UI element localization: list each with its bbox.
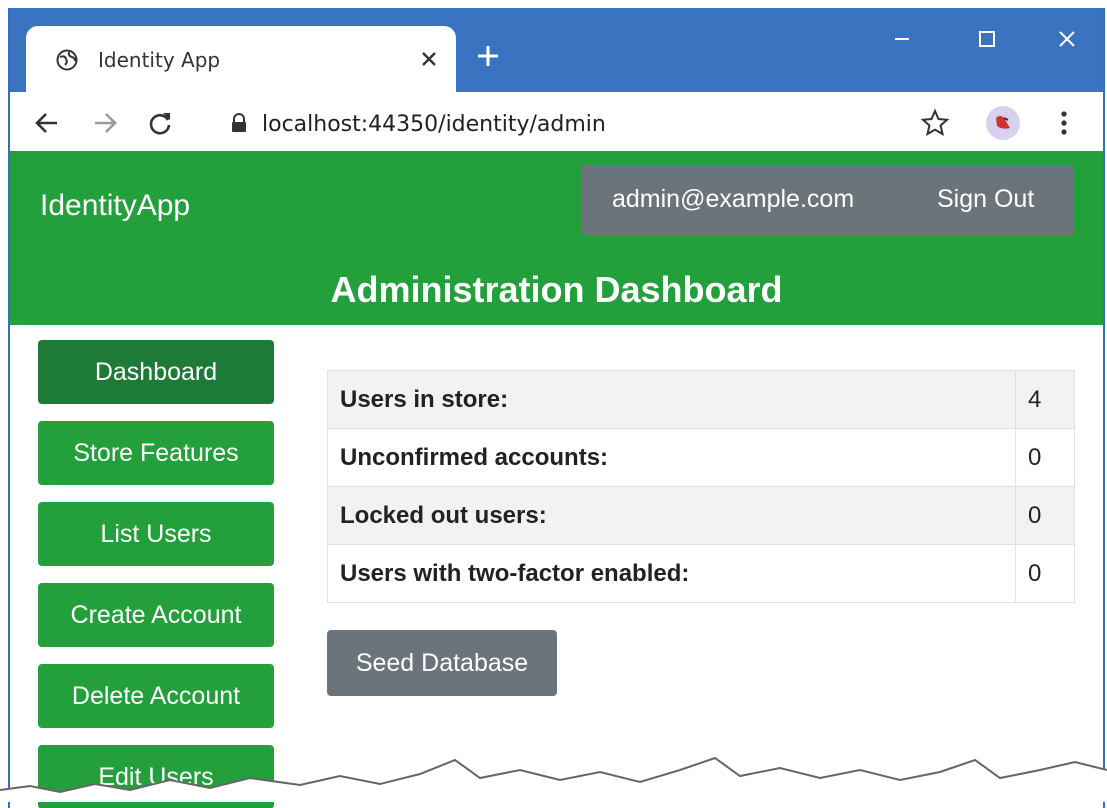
plus-icon[interactable] [474,42,502,70]
tab-strip: Identity App [10,8,1103,92]
user-email: admin@example.com [612,185,855,213]
sidebar-item-delete-account[interactable]: Delete Account [38,664,274,728]
stat-value: 0 [1015,428,1075,487]
maximize-icon[interactable] [970,22,1004,56]
table-row: Locked out users: 0 [327,486,1075,545]
minimize-icon[interactable] [885,22,919,56]
sidebar-item-list-users[interactable]: List Users [38,502,274,566]
stat-label: Users in store: [327,370,1016,429]
stat-value: 4 [1015,370,1075,429]
brand-name[interactable]: IdentityApp [40,189,190,223]
sign-out-link[interactable]: Sign Out [937,185,1034,214]
sidebar-item-dashboard[interactable]: Dashboard [38,340,274,404]
address-bar[interactable]: localhost:44350/identity/admin [200,100,980,146]
app-header: IdentityApp admin@example.com Sign Out A… [10,151,1103,325]
table-row: Users with two-factor enabled: 0 [327,544,1075,603]
bird-icon [996,116,1010,129]
stat-label: Unconfirmed accounts: [327,428,1016,487]
stats-table: Users in store: 4 Unconfirmed accounts: … [327,370,1075,603]
profile-avatar[interactable] [986,106,1020,140]
kebab-menu-icon[interactable] [1054,106,1074,140]
star-icon[interactable] [920,108,950,138]
reload-icon[interactable] [145,108,175,138]
tab-title: Identity App [98,48,221,72]
seed-database-button[interactable]: Seed Database [327,630,557,696]
stat-label: Locked out users: [327,486,1016,545]
stat-label: Users with two-factor enabled: [327,544,1016,603]
forward-arrow-icon[interactable] [90,108,120,138]
table-row: Unconfirmed accounts: 0 [327,428,1075,487]
table-row: Users in store: 4 [327,370,1075,429]
sidebar-item-store-features[interactable]: Store Features [38,421,274,485]
browser-tab[interactable]: Identity App [26,26,456,92]
url-text: localhost:44350/identity/admin [262,112,606,137]
sidebar-item-create-account[interactable]: Create Account [38,583,274,647]
close-icon[interactable] [418,48,440,70]
page-title: Administration Dashboard [330,269,783,310]
back-arrow-icon[interactable] [32,108,62,138]
stat-value: 0 [1015,486,1075,545]
user-bar: admin@example.com Sign Out [582,165,1074,235]
window-close-icon[interactable] [1050,22,1084,56]
browser-window: Identity App localhost:44350/identity/ad… [8,8,1105,808]
lock-icon [232,113,246,132]
globe-icon [56,49,78,71]
browser-toolbar: localhost:44350/identity/admin [10,92,1103,155]
torn-edge [0,756,1107,802]
stat-value: 0 [1015,544,1075,603]
